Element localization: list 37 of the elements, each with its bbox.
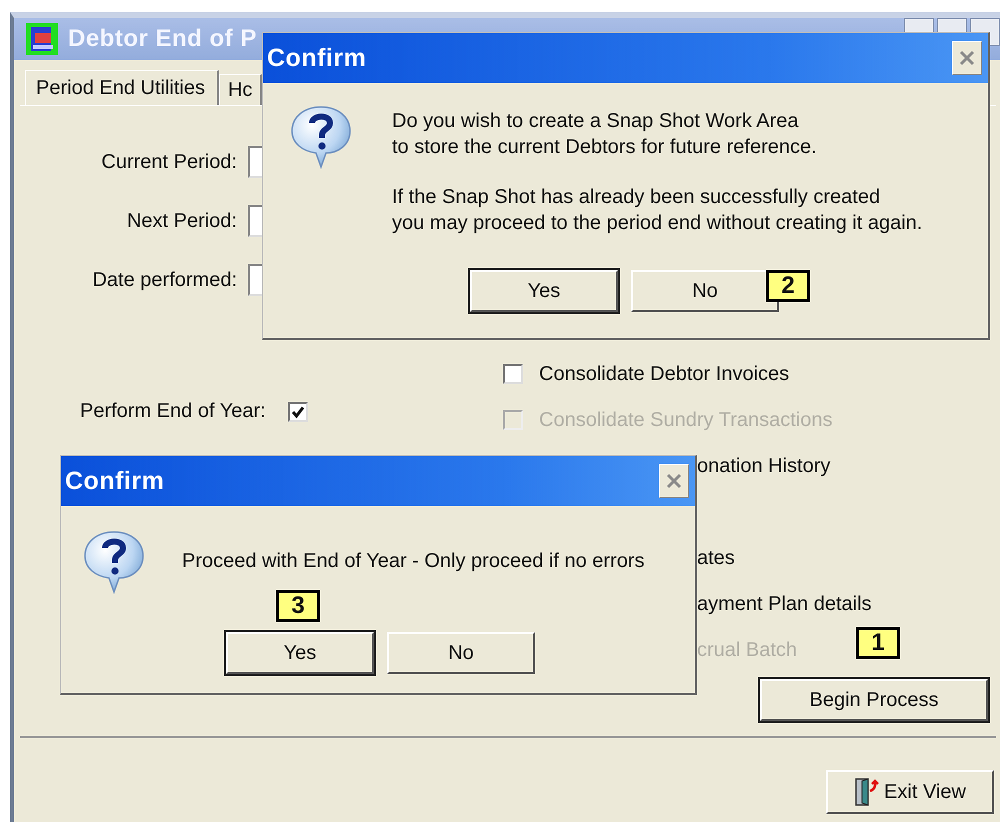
app-icon [26,23,58,55]
callout-badge: 3 [276,590,320,622]
close-icon [665,472,683,490]
dialog-button[interactable]: No [387,632,535,674]
checkbox[interactable] [288,402,308,422]
checkbox-label: crual Batch [697,638,798,662]
question-bubble-icon [83,530,145,594]
field-label: Current Period: [100,150,237,174]
dialog-message: Proceed with End of Year - Only proceed if no errors [182,549,644,574]
question-bubble-icon [290,105,352,169]
dialog-title: Confirm [267,44,366,72]
door-icon [854,777,880,807]
callout-badge: 2 [766,270,810,302]
dialog-button[interactable]: Yes [470,270,618,312]
checkbox[interactable] [503,364,523,384]
dialog-button[interactable]: No [631,270,779,312]
checkbox-label: ates [697,546,735,570]
tab[interactable]: Hc [218,74,262,105]
close-button[interactable] [659,464,689,498]
dialog-message: Do you wish to create a Snap Shot Work Area to store the current Debtors for future reference. [392,109,818,160]
close-button[interactable] [952,41,982,75]
checkbox-label: ayment Plan details [697,592,872,616]
field-label: Date performed: [91,268,237,292]
checkbox-label: onation History [697,454,830,478]
close-icon [958,49,976,67]
dialog-button[interactable]: Yes [226,632,374,674]
begin-process-button[interactable]: Begin Process [760,679,988,721]
exit-view-button[interactable]: Exit View [826,770,994,814]
callout-badge: 1 [856,627,900,659]
checkbox-label: Consolidate Debtor Invoices [539,362,790,386]
dialog-message: If the Snap Shot has already been successfully created you may proceed to the period end without creating it again. [392,185,922,236]
dialog-title: Confirm [65,466,164,496]
tab[interactable]: Period End Utilities [25,70,219,105]
window-title: Debtor End of P [68,25,257,53]
checkbox-label: Consolidate Sundry Transactions [539,408,832,432]
checkbox-label: Perform End of Year: [80,400,266,423]
field-label: Next Period: [126,210,237,232]
